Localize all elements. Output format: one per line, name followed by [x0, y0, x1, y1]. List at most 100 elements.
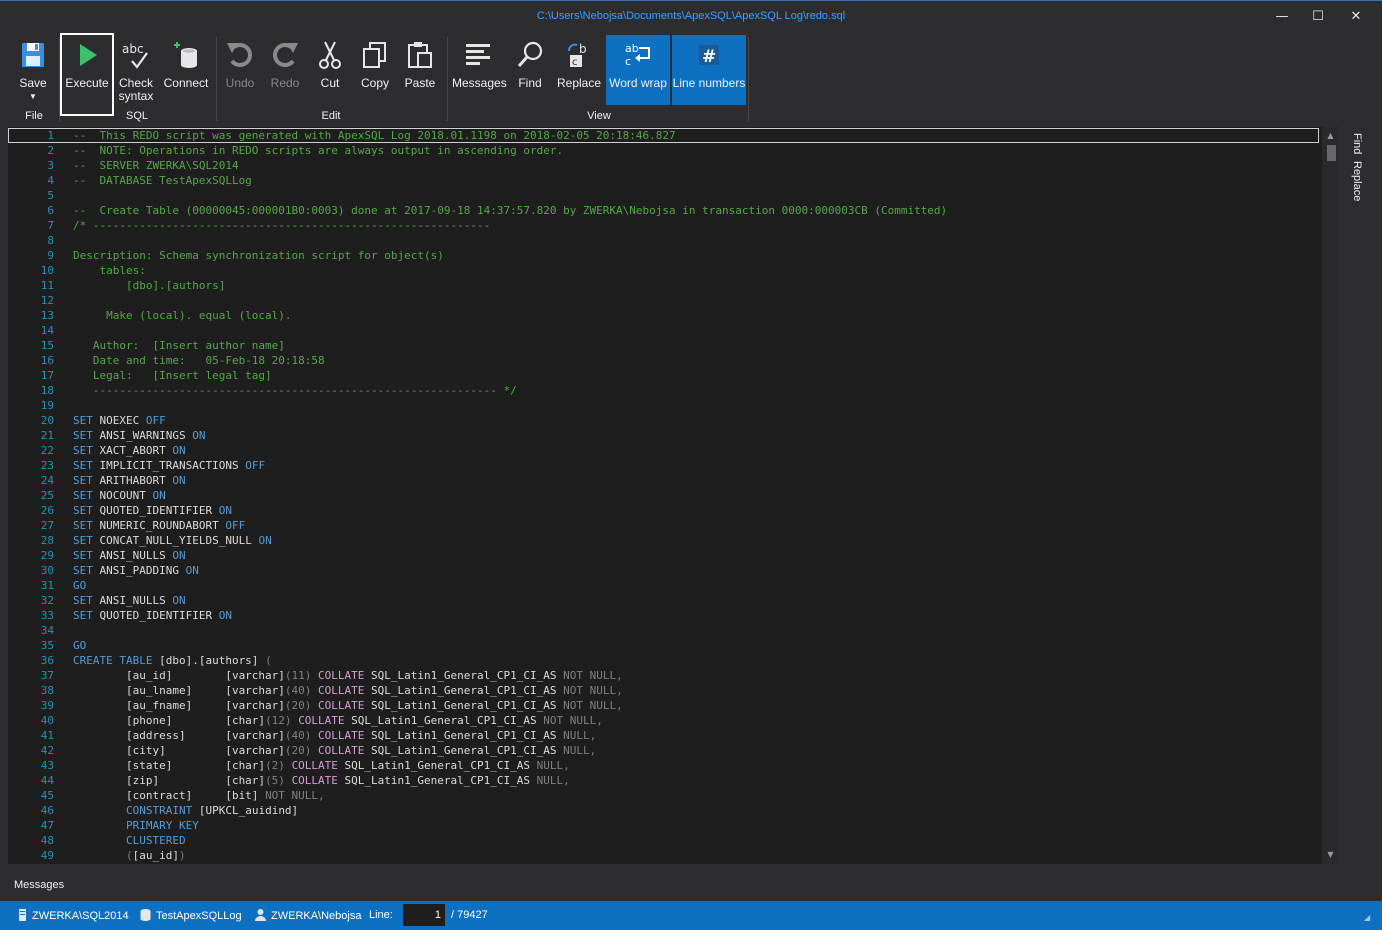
cut-label: Cut	[320, 76, 340, 90]
line-number: 37	[40, 669, 54, 682]
line-number: 35	[40, 639, 54, 652]
undo-button[interactable]: Undo	[220, 35, 260, 105]
replace-button[interactable]: b c Replace	[556, 35, 602, 105]
scroll-down-icon[interactable]: ▼	[1322, 848, 1339, 862]
editor-vertical-scrollbar[interactable]: ▲ ▼	[1322, 127, 1339, 864]
code-line: CLUSTERED	[73, 833, 186, 848]
line-numbers-button[interactable]: # Line numbers	[672, 35, 746, 105]
line-number: 33	[40, 609, 54, 622]
close-button[interactable]: ✕	[1344, 7, 1368, 27]
save-icon	[22, 43, 44, 67]
side-tab-replace[interactable]: Replace	[1351, 161, 1363, 201]
code-token: [au_lname] [varchar]	[73, 684, 285, 697]
find-button[interactable]: Find	[510, 35, 550, 105]
line-number: 27	[40, 519, 54, 532]
code-token: ON	[172, 444, 186, 457]
line-number: 12	[40, 294, 54, 307]
messages-icon	[466, 44, 490, 65]
code-token: SQL_Latin1_General_CP1_CI_AS	[344, 774, 537, 787]
copy-label: Copy	[360, 76, 389, 90]
code-token: (12)	[265, 714, 299, 727]
save-dropdown-icon[interactable]: ▼	[10, 90, 56, 103]
magnifier-icon	[517, 41, 543, 67]
status-database: TestApexSQLLog	[140, 909, 242, 922]
code-line: PRIMARY KEY	[73, 818, 199, 833]
line-number: 36	[40, 654, 54, 667]
code-token: SET	[73, 489, 100, 502]
code-token: NULL,	[563, 744, 597, 757]
code-token: (40)	[284, 729, 319, 742]
execute-button[interactable]: Execute	[60, 33, 114, 116]
database-icon	[140, 909, 151, 921]
code-token: CONCAT_NULL_YIELDS_NULL	[99, 534, 259, 547]
code-line: CREATE TABLE [dbo].[authors] (	[73, 653, 272, 668]
redo-label: Redo	[270, 76, 300, 90]
code-token: OFF	[225, 519, 246, 532]
scroll-up-icon[interactable]: ▲	[1322, 129, 1339, 143]
code-token: tables:	[73, 264, 146, 277]
code-line: Date and time: 05-Feb-18 20:18:58	[73, 353, 325, 368]
line-label: Line:	[369, 909, 393, 921]
check-syntax-label: Check syntax	[118, 76, 154, 103]
code-token: -- NOTE: Operations in REDO scripts are …	[73, 144, 564, 157]
paste-button[interactable]: Paste	[399, 35, 441, 105]
connect-database-icon	[174, 42, 197, 68]
code-token: ON	[185, 564, 199, 577]
cut-button[interactable]: Cut	[310, 35, 350, 105]
code-token: -- DATABASE TestApexSQLLog	[73, 174, 252, 187]
code-text-area[interactable]: -- This REDO script was generated with A…	[73, 127, 1319, 864]
code-token: COLLATE	[318, 699, 372, 712]
status-server: ZWERKA\SQL2014	[18, 909, 129, 922]
code-token: [state] [char]	[73, 759, 266, 772]
code-line: [state] [char](2) COLLATE SQL_Latin1_Gen…	[73, 758, 570, 773]
connect-button[interactable]: Connect	[161, 35, 211, 105]
code-token: ----------------------------------------…	[73, 384, 517, 397]
code-line: Make (local). equal (local).	[73, 308, 291, 323]
code-token: COLLATE	[298, 714, 352, 727]
code-token: SQL_Latin1_General_CP1_CI_AS	[371, 744, 564, 757]
code-token: [UPKCL_auidind]	[198, 804, 299, 817]
code-token: NUMERIC_ROUNDABORT	[99, 519, 226, 532]
line-number: 49	[40, 849, 54, 862]
copy-button[interactable]: Copy	[354, 35, 396, 105]
status-bar: ZWERKA\SQL2014 TestApexSQLLog ZWERKA\Neb…	[0, 901, 1382, 930]
code-token: (11)	[284, 669, 319, 682]
line-number: 3	[47, 159, 54, 172]
messages-button[interactable]: Messages	[452, 35, 507, 105]
scrollbar-thumb[interactable]	[1327, 145, 1336, 161]
paste-icon	[408, 42, 432, 68]
play-icon	[80, 44, 97, 66]
word-wrap-button[interactable]: ab c Word wrap	[606, 35, 670, 105]
code-token: [dbo].[authors]	[73, 279, 226, 292]
messages-tab[interactable]: Messages	[8, 876, 70, 896]
check-syntax-button[interactable]: abc Check syntax	[114, 35, 158, 105]
redo-button[interactable]: Redo	[264, 35, 306, 105]
code-editor[interactable]: 1 2 3 4 5 6 7 8 9 10 11 12 13 14 15 16 17 18 19 20 21 22 23 24 2…	[8, 127, 1339, 864]
code-token: GO	[73, 579, 87, 592]
code-line: SET ARITHABORT ON	[73, 473, 186, 488]
line-number: 26	[40, 504, 54, 517]
resize-grip-icon[interactable]: ◢	[1364, 913, 1370, 922]
code-token: -- This REDO script was generated with A…	[73, 129, 676, 142]
line-number-input[interactable]	[403, 904, 445, 926]
save-button[interactable]: Save ▼	[10, 35, 56, 105]
total-lines: / 79427	[451, 909, 488, 921]
code-token: ON	[258, 534, 272, 547]
code-token: (40)	[284, 684, 319, 697]
check-syntax-icon: abc	[122, 42, 148, 69]
code-token: NOT NULL,	[265, 789, 325, 802]
code-token: (20)	[284, 744, 319, 757]
side-tab-find[interactable]: Find	[1351, 133, 1363, 154]
code-token: COLLATE	[318, 669, 372, 682]
code-token: Date and time: 05-Feb-18 20:18:58	[73, 354, 325, 367]
line-number: 16	[40, 354, 54, 367]
code-token: -- Create Table (00000045:000001B0:0003)…	[73, 204, 948, 217]
maximize-button[interactable]: ☐	[1306, 7, 1330, 27]
minimize-button[interactable]: —	[1270, 7, 1294, 27]
redo-icon	[273, 43, 298, 67]
code-token: ON	[172, 549, 186, 562]
line-number: 48	[40, 834, 54, 847]
line-number: 20	[40, 414, 54, 427]
code-line: -- SERVER ZWERKA\SQL2014	[73, 158, 239, 173]
code-token: COLLATE	[318, 729, 372, 742]
